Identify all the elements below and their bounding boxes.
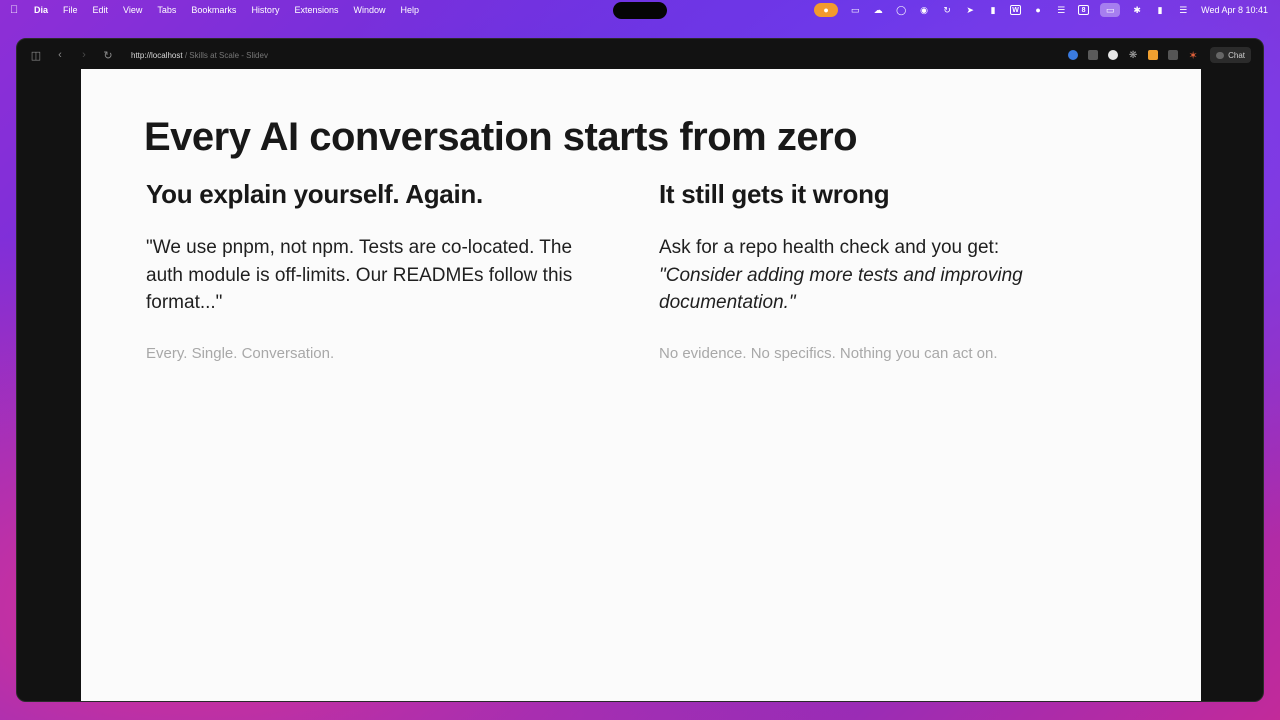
browser-window: ◫ ‹ › ↻ http://localhost / Skills at Sca… [16, 38, 1264, 702]
left-heading: You explain yourself. Again. [146, 179, 483, 209]
battery-icon[interactable]: ▮ [1154, 4, 1166, 16]
calendar-icon[interactable]: 8 [1078, 5, 1090, 15]
menu-bookmarks[interactable]: Bookmarks [191, 5, 236, 15]
word-icon[interactable]: W [1010, 5, 1022, 15]
screen-mirror-icon[interactable]: ▭ [849, 4, 861, 16]
password-manager-icon[interactable] [1068, 50, 1079, 60]
menu-clock[interactable]: Wed Apr 8 10:41 [1201, 5, 1268, 15]
circle-extension-icon[interactable] [1108, 50, 1119, 60]
menu-file[interactable]: File [63, 5, 78, 15]
chat-label: Chat [1228, 50, 1245, 60]
slide-title: Every AI conversation starts from zero [144, 115, 858, 159]
menu-app-dia[interactable]: Dia [34, 5, 48, 15]
url-host: http://localhost [131, 50, 183, 60]
camera-notch [613, 2, 667, 19]
apple-icon[interactable]:  [10, 4, 20, 16]
wifi-icon[interactable]: ☰ [1055, 4, 1067, 16]
slide: Every AI conversation starts from zero Y… [81, 69, 1201, 701]
menu-help[interactable]: Help [401, 5, 420, 15]
left-note: Every. Single. Conversation. [146, 344, 335, 362]
forward-icon[interactable]: › [77, 48, 91, 62]
bluetooth-icon[interactable]: ✱ [1131, 4, 1143, 16]
puzzle-extension-icon[interactable] [1168, 50, 1179, 60]
menu-bar:  Dia File Edit View Tabs Bookmarks Hist… [0, 0, 1280, 20]
menu-edit[interactable]: Edit [93, 5, 109, 15]
right-body-lead: Ask for a repo health check and you get: [659, 237, 1000, 258]
password-icon[interactable]: ◯ [895, 4, 907, 16]
grammar-icon[interactable]: ↻ [941, 4, 953, 16]
control-center-icon[interactable]: ☰ [1177, 4, 1189, 16]
address-bar[interactable]: http://localhost / Skills at Scale - Sli… [131, 51, 268, 60]
right-heading: It still gets it wrong [659, 179, 890, 209]
right-body-quote: "Consider adding more tests and improvin… [659, 264, 1023, 314]
r-extension-icon[interactable] [1148, 50, 1159, 60]
url-path: / Skills at Scale - Slidev [182, 50, 268, 60]
status-area: ● ▭ ☁ ◯ ◉ ↻ ➤ ▮ W ● ☰ 8 ▭ ✱ ▮ ☰ Wed Apr … [814, 0, 1268, 20]
game-controller-icon[interactable]: ● [1032, 4, 1044, 16]
left-column: You explain yourself. Again. "We use pnp… [146, 179, 606, 362]
back-icon[interactable]: ‹ [53, 48, 67, 62]
menu-tabs[interactable]: Tabs [157, 5, 176, 15]
reload-icon[interactable]: ↻ [101, 48, 115, 62]
record-icon[interactable]: ◉ [918, 4, 930, 16]
right-body: Ask for a repo health check and you get:… [659, 234, 1119, 317]
chat-button[interactable]: Chat [1210, 47, 1251, 63]
right-column: It still gets it wrong Ask for a repo he… [659, 179, 1119, 362]
extensions-area: ❋ ✶ Chat [1058, 39, 1251, 71]
display-icon[interactable]: ▭ [1100, 3, 1121, 17]
chat-bubble-icon [1216, 51, 1225, 59]
right-note: No evidence. No specifics. Nothing you c… [659, 344, 998, 362]
sidebar-toggle-icon[interactable]: ◫ [29, 48, 43, 62]
microphone-icon[interactable]: ● [814, 3, 839, 17]
extension-icon[interactable] [1088, 50, 1099, 60]
stats-icon[interactable]: ▮ [987, 4, 999, 16]
browser-toolbar: ◫ ‹ › ↻ http://localhost / Skills at Sca… [17, 39, 1263, 71]
menu-window[interactable]: Window [353, 5, 385, 15]
cloud-icon[interactable]: ☁ [872, 4, 884, 16]
left-body: "We use pnpm, not npm. Tests are co-loca… [146, 237, 573, 313]
menu-history[interactable]: History [251, 5, 279, 15]
send-icon[interactable]: ➤ [964, 4, 976, 16]
react-devtools-icon[interactable]: ❋ [1128, 50, 1138, 61]
claude-icon[interactable]: ✶ [1188, 50, 1198, 62]
menu-extensions[interactable]: Extensions [294, 5, 338, 15]
menu-view[interactable]: View [123, 5, 142, 15]
